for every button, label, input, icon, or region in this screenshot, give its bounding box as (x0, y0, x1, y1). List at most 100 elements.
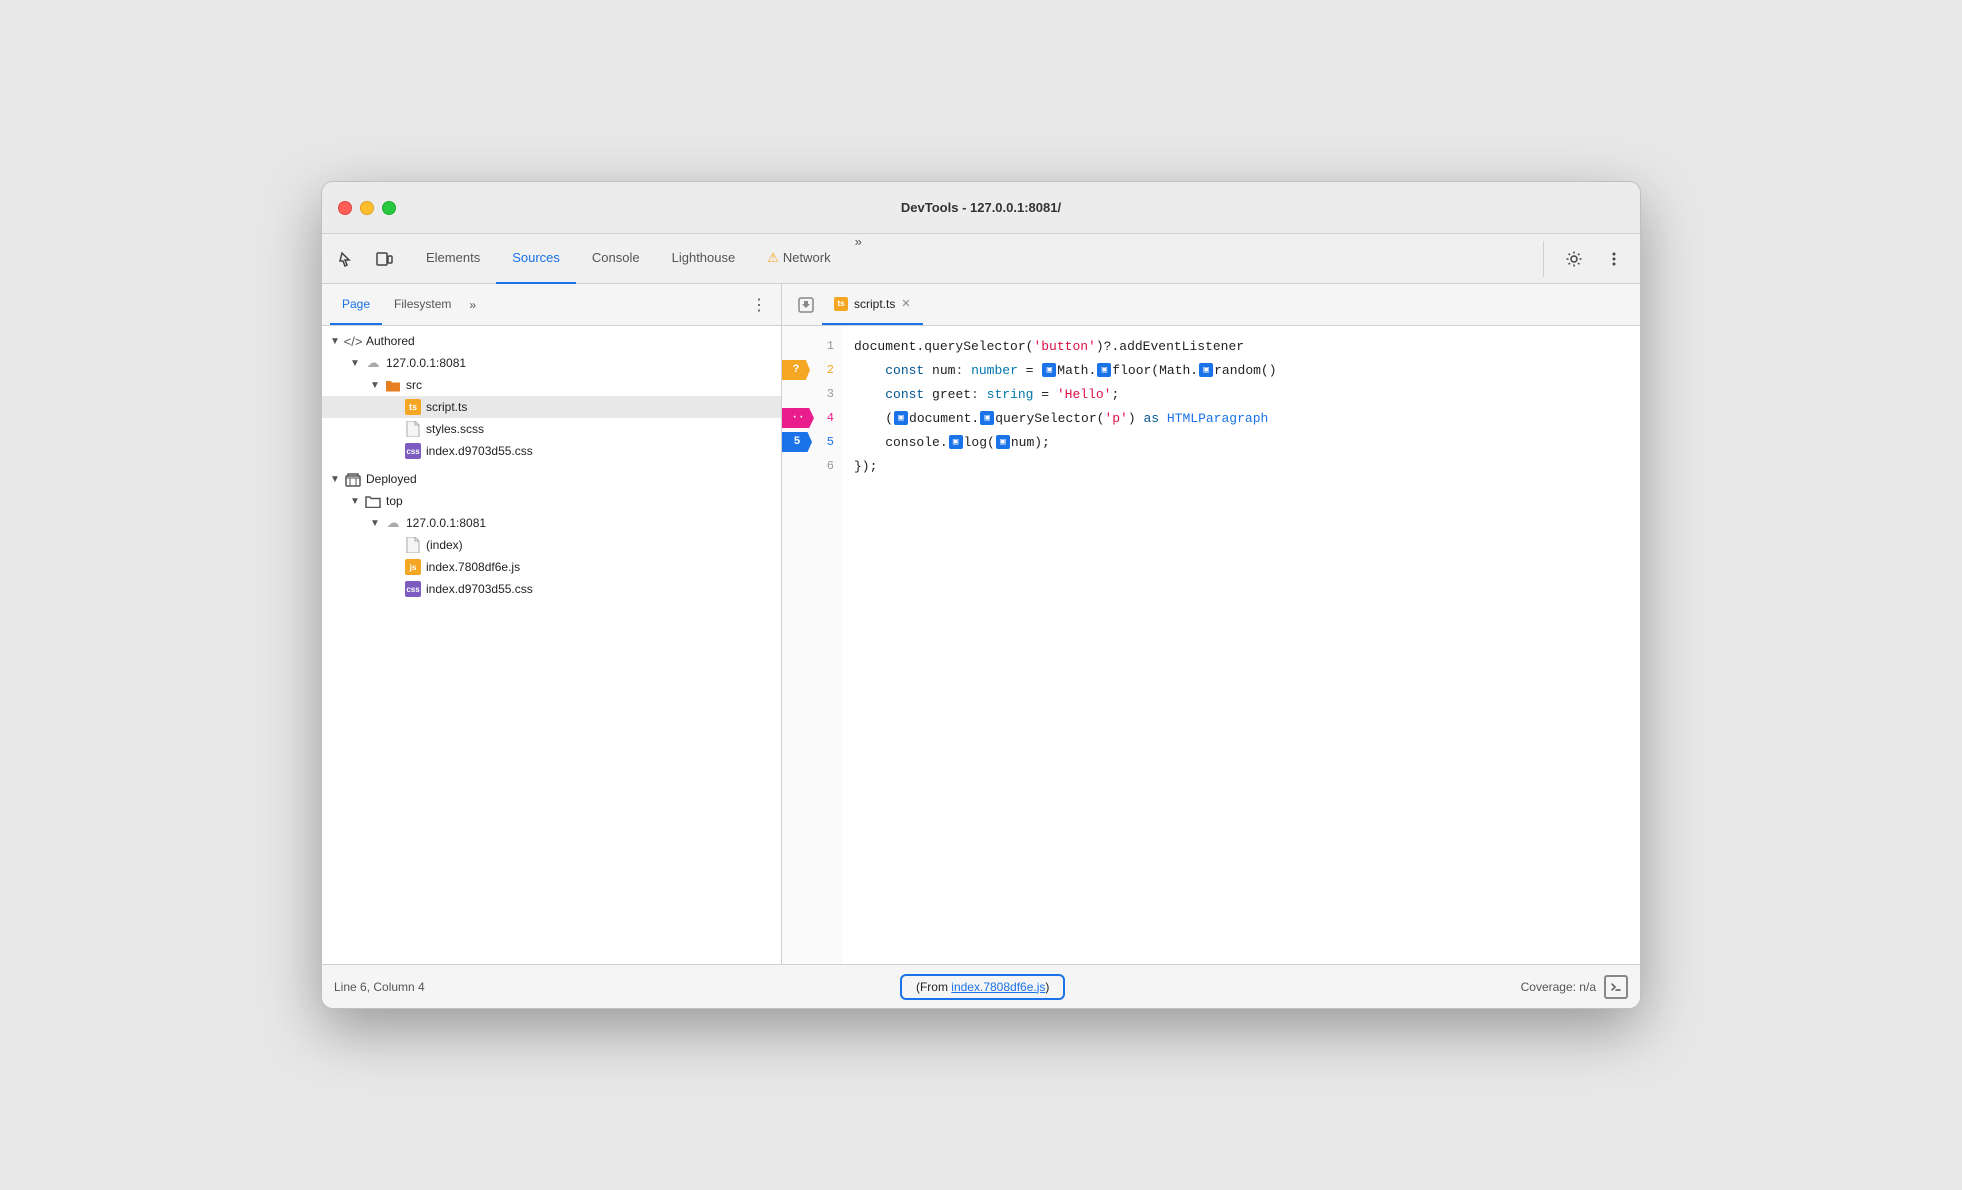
tree-item-top[interactable]: ▼ top (322, 490, 781, 512)
inspect-element-button[interactable] (330, 241, 366, 277)
breakpoint-blue-badge[interactable]: 5 (782, 432, 812, 452)
code-icon: </> (344, 332, 362, 350)
tree-item-deployed-host[interactable]: ▼ ☁ 127.0.0.1:8081 (322, 512, 781, 534)
tree-item-indexcss1[interactable]: css index.d9703d55.css (322, 440, 781, 462)
tree-label: index.d9703d55.css (426, 582, 533, 596)
tree-item-deployed[interactable]: ▼ Deployed (322, 468, 781, 490)
tab-page[interactable]: Page (330, 284, 382, 325)
coverage-icon-button[interactable] (1604, 975, 1628, 999)
sources-panel: Page Filesystem » ⋮ ▼ </> Authored ▼ ☁ (322, 284, 1640, 964)
tree-label: 127.0.0.1:8081 (406, 516, 486, 530)
tree-arrow (390, 540, 404, 551)
ts-inline-icon: ▣ (949, 435, 963, 449)
main-toolbar: Elements Sources Console Lighthouse ⚠ Ne… (322, 234, 1640, 284)
tree-item-scriptts[interactable]: ts script.ts (322, 396, 781, 418)
css-file-icon-2: css (404, 580, 422, 598)
minimize-button[interactable] (360, 201, 374, 215)
coverage-info: Coverage: n/a (1521, 975, 1628, 999)
tree-label: (index) (426, 538, 463, 552)
tree-item-indexcss2[interactable]: css index.d9703d55.css (322, 578, 781, 600)
box-icon (344, 470, 362, 488)
editor-tab-close[interactable]: ✕ (901, 297, 910, 310)
line-num-row-2: ? 2 (782, 358, 842, 382)
tree-label: Deployed (366, 472, 417, 486)
tree-item-src[interactable]: ▼ src (322, 374, 781, 396)
tree-arrow: ▼ (330, 336, 344, 347)
file-panel-menu[interactable]: ⋮ (745, 284, 773, 325)
ts-file-icon: ts (404, 398, 422, 416)
tree-arrow: ▼ (350, 358, 364, 369)
tree-label: script.ts (426, 400, 467, 414)
tree-arrow: ▼ (350, 496, 364, 507)
tab-lighthouse[interactable]: Lighthouse (656, 234, 752, 284)
line-num-row-5: 5 5 (782, 430, 842, 454)
tree-arrow: ▼ (370, 518, 384, 529)
index-file-icon (404, 536, 422, 554)
ts-tab-icon: ts (834, 297, 848, 311)
window-title: DevTools - 127.0.0.1:8081/ (901, 200, 1061, 215)
tree-item-authored-host[interactable]: ▼ ☁ 127.0.0.1:8081 (322, 352, 781, 374)
tree-arrow: ▼ (330, 474, 344, 485)
tree-arrow (390, 584, 404, 595)
cursor-position: Line 6, Column 4 (334, 980, 445, 994)
maximize-button[interactable] (382, 201, 396, 215)
code-line-5: console.▣log(▣num); (854, 430, 1640, 454)
editor-back-button[interactable] (790, 284, 822, 325)
code-area: 1 ? 2 3 ·· 4 (782, 326, 1640, 964)
code-line-1: document.querySelector('button')?.addEve… (854, 334, 1640, 358)
js-file-icon: js (404, 558, 422, 576)
main-tabs: Elements Sources Console Lighthouse ⚠ Ne… (410, 234, 1535, 284)
file-panel: Page Filesystem » ⋮ ▼ </> Authored ▼ ☁ (322, 284, 782, 964)
ts-inline-icon: ▣ (1042, 363, 1056, 377)
breakpoint-dots-badge[interactable]: ·· (782, 408, 814, 428)
ts-inline-icon: ▣ (1097, 363, 1111, 377)
devtools-window: DevTools - 127.0.0.1:8081/ Elements Sour… (321, 181, 1641, 1009)
device-toggle-button[interactable] (366, 241, 402, 277)
tab-sources[interactable]: Sources (496, 234, 576, 284)
line-num-row-6: 6 (782, 454, 842, 478)
tree-arrow (390, 424, 404, 435)
editor-tabs: ts script.ts ✕ (782, 284, 1640, 326)
code-line-3: const greet: string = 'Hello'; (854, 382, 1640, 406)
line-numbers: 1 ? 2 3 ·· 4 (782, 326, 842, 964)
ts-inline-icon: ▣ (996, 435, 1010, 449)
folder-icon (384, 376, 402, 394)
file-tree: ▼ </> Authored ▼ ☁ 127.0.0.1:8081 ▼ src (322, 326, 781, 964)
editor-panel: ts script.ts ✕ 1 ? 2 (782, 284, 1640, 964)
toolbar-right-buttons (1543, 241, 1632, 277)
tree-item-authored[interactable]: ▼ </> Authored (322, 330, 781, 352)
ts-inline-icon: ▣ (1199, 363, 1213, 377)
ts-inline-icon: ▣ (980, 411, 994, 425)
tab-filesystem[interactable]: Filesystem (382, 284, 463, 325)
editor-tab-filename: script.ts (854, 297, 895, 311)
breakpoint-question-badge[interactable]: ? (782, 360, 810, 380)
tree-arrow (390, 446, 404, 457)
more-tabs-button[interactable]: » (847, 234, 870, 284)
tab-elements[interactable]: Elements (410, 234, 496, 284)
network-warning-icon: ⚠ (767, 250, 779, 266)
tree-label: src (406, 378, 422, 392)
file-panel-tabs: Page Filesystem » ⋮ (322, 284, 781, 326)
tab-network[interactable]: ⚠ Network (751, 234, 846, 284)
source-link[interactable]: index.7808df6e.js (951, 980, 1045, 994)
tree-label: index.7808df6e.js (426, 560, 520, 574)
css-file-icon: css (404, 442, 422, 460)
editor-tab-scriptts[interactable]: ts script.ts ✕ (822, 284, 923, 325)
tree-arrow: ▼ (370, 380, 384, 391)
statusbar: Line 6, Column 4 (From index.7808df6e.js… (322, 964, 1640, 1008)
line-num-row-3: 3 (782, 382, 842, 406)
tree-item-stylesscss[interactable]: styles.scss (322, 418, 781, 440)
tree-label: Authored (366, 334, 415, 348)
tree-item-index[interactable]: (index) (322, 534, 781, 556)
tree-label: index.d9703d55.css (426, 444, 533, 458)
coverage-label: Coverage: n/a (1521, 980, 1596, 994)
file-tabs-more[interactable]: » (463, 284, 482, 325)
tree-label: styles.scss (426, 422, 484, 436)
more-options-button[interactable] (1596, 241, 1632, 277)
tab-console[interactable]: Console (576, 234, 656, 284)
tree-item-indexjs[interactable]: js index.7808df6e.js (322, 556, 781, 578)
line-num-row-4: ·· 4 (782, 406, 842, 430)
settings-button[interactable] (1556, 241, 1592, 277)
code-content[interactable]: document.querySelector('button')?.addEve… (842, 326, 1640, 964)
close-button[interactable] (338, 201, 352, 215)
